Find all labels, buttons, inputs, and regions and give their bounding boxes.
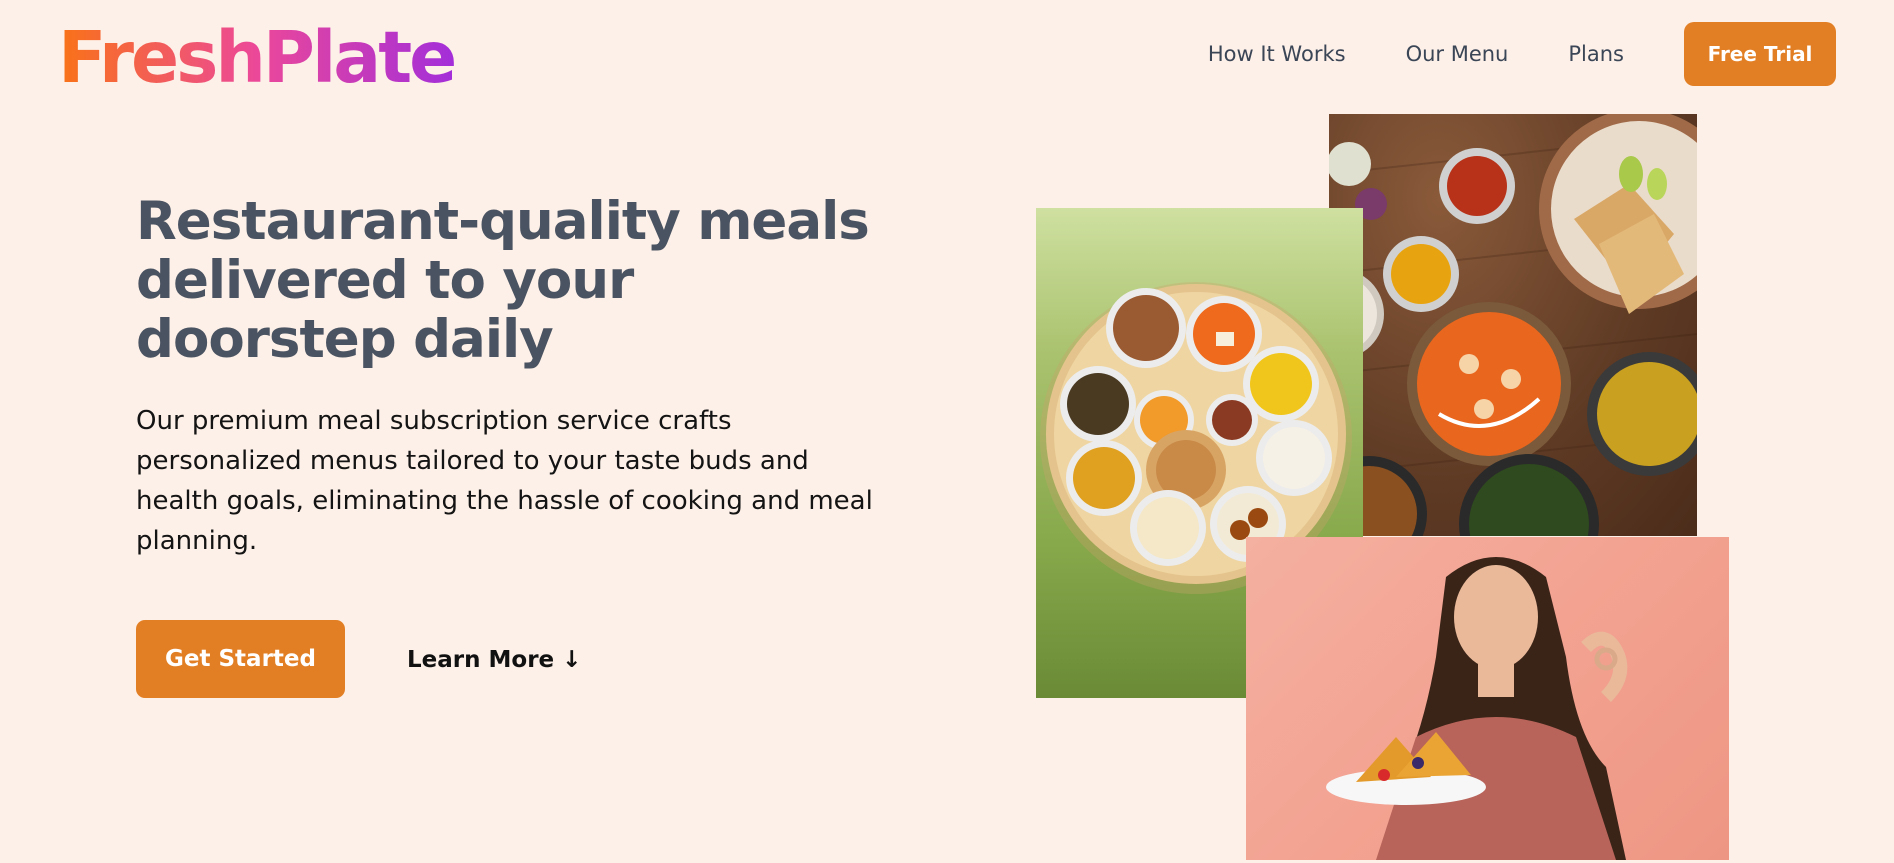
nav-our-menu[interactable]: Our Menu xyxy=(1406,42,1509,66)
nav-how-it-works[interactable]: How It Works xyxy=(1208,42,1346,66)
hero-title: Restaurant-quality meals delivered to yo… xyxy=(136,191,870,370)
main-nav: How It Works Our Menu Plans Free Trial xyxy=(1208,22,1836,86)
get-started-button[interactable]: Get Started xyxy=(136,620,345,698)
learn-more-label: Learn More xyxy=(407,647,555,673)
nav-plans[interactable]: Plans xyxy=(1568,42,1624,66)
food-spread-image xyxy=(1329,114,1697,536)
woman-with-waffles-image xyxy=(1246,537,1729,860)
arrow-down-icon: ↓ xyxy=(562,647,582,673)
free-trial-button[interactable]: Free Trial xyxy=(1684,22,1836,86)
learn-more-link[interactable]: Learn More ↓ xyxy=(407,640,581,680)
logo[interactable]: FreshPlate xyxy=(58,18,457,98)
site-header: FreshPlate How It Works Our Menu Plans F… xyxy=(0,0,1894,110)
hero-description: Our premium meal subscription service cr… xyxy=(136,406,873,556)
